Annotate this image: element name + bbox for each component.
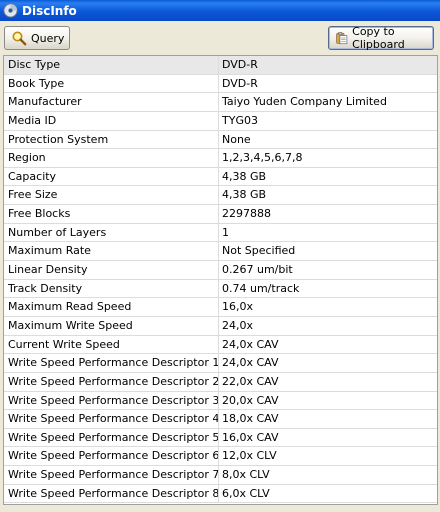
table-row[interactable]: Maximum Rate Not Specified [4, 242, 437, 262]
window-title: DiscInfo [22, 4, 77, 18]
property-name: Maximum Rate [4, 242, 219, 261]
property-value: 1 [222, 225, 229, 239]
disc-icon [3, 3, 18, 18]
property-name: Write Speed Performance Descriptor 3 [4, 391, 219, 410]
table-row[interactable]: Media ID TYG03 [4, 111, 437, 131]
property-name: Write Speed Performance Descriptor 6 [4, 447, 219, 466]
property-name: Write Speed Performance Descriptor 7 [4, 466, 219, 484]
magnifier-icon [12, 31, 27, 46]
property-value: DVD-R [222, 76, 258, 90]
property-value: 0.74 um/track [222, 281, 300, 295]
table-row[interactable]: Number of Layers 1 [4, 223, 437, 243]
table-row[interactable]: Manufacturer Taiyo Yuden Company Limited [4, 93, 437, 112]
title-bar[interactable]: DiscInfo [0, 0, 440, 21]
property-name: Track Density [4, 279, 219, 298]
property-value: 1,2,3,4,5,6,7,8 [222, 151, 303, 165]
table-row[interactable]: Write Speed Performance Descriptor 4 18,0… [4, 410, 437, 429]
property-value: 16,0x [222, 300, 254, 314]
property-name: Region [4, 149, 219, 167]
property-value: 22,0x CAV [222, 374, 279, 388]
table-row[interactable]: Write Speed Performance Descriptor 3 20,0… [4, 391, 437, 411]
property-value: DVD-R [222, 58, 258, 71]
table-row[interactable]: Capacity 4,38 GB [4, 167, 437, 187]
query-button-label: Query [31, 31, 65, 45]
table-row[interactable]: Write Speed Performance Descriptor 6 12,0… [4, 447, 437, 467]
disc-properties-grid[interactable]: Disc Type DVD-R Book Type DVD-R Manufactur… [3, 55, 438, 505]
property-name: Write Speed Performance Descriptor 5 [4, 428, 219, 447]
property-value: 2297888 [222, 207, 271, 221]
property-name: Maximum Write Speed [4, 316, 219, 335]
property-value: 4,38 GB [222, 188, 267, 202]
property-value: 16,0x CAV [222, 430, 279, 444]
property-value: None [222, 132, 251, 146]
property-name: Write Speed Performance Descriptor 2 [4, 372, 219, 391]
property-name: Write Speed Performance Descriptor 4 [4, 410, 219, 428]
clipboard-icon [336, 32, 348, 45]
property-value: 4,38 GB [222, 169, 267, 183]
property-name: Disc Type [4, 56, 219, 74]
property-name: Maximum Read Speed [4, 298, 219, 316]
property-name: Media ID [4, 111, 219, 130]
property-name: Write Speed Performance Descriptor 8 [4, 484, 219, 503]
property-name: Number of Layers [4, 223, 219, 242]
table-row[interactable]: Write Speed Performance Descriptor 5 16,0… [4, 428, 437, 448]
table-row[interactable]: Write Speed Performance Descriptor 2 22,0… [4, 372, 437, 392]
property-name: Protection System [4, 130, 219, 149]
table-row[interactable]: Write Speed Performance Descriptor 8 6,0x… [4, 484, 437, 504]
property-value: 20,0x CAV [222, 393, 279, 407]
copy-to-clipboard-button[interactable]: Copy to Clipboard [328, 25, 434, 51]
table-row[interactable]: Maximum Write Speed 24,0x [4, 316, 437, 336]
property-name: Book Type [4, 74, 219, 93]
property-value: 6,0x CLV [222, 486, 270, 500]
table-row[interactable]: Linear Density 0.267 um/bit [4, 261, 437, 280]
property-value: 18,0x CAV [222, 412, 279, 426]
property-value: 12,0x CLV [222, 449, 277, 463]
table-row[interactable]: Track Density 0.74 um/track [4, 279, 437, 299]
table-row[interactable]: Write Speed Performance Descriptor 1 24,0… [4, 354, 437, 373]
property-name: Manufacturer [4, 93, 219, 111]
property-name: Capacity [4, 167, 219, 186]
table-row[interactable]: Free Size 4,38 GB [4, 186, 437, 206]
property-name: Free Blocks [4, 205, 219, 223]
table-row[interactable]: Protection System None [4, 130, 437, 150]
table-row[interactable]: Free Blocks 2297888 [4, 205, 437, 224]
table-row[interactable]: Maximum Read Speed 16,0x [4, 298, 437, 317]
property-value: 24,0x CAV [222, 337, 279, 351]
toolbar: Query Copy to Clipboard [0, 21, 440, 54]
property-value: 8,0x CLV [222, 468, 270, 482]
table-row[interactable]: Region 1,2,3,4,5,6,7,8 [4, 149, 437, 168]
table-row[interactable]: Current Write Speed 24,0x CAV [4, 335, 437, 355]
property-value: 24,0x [222, 318, 254, 332]
property-value: TYG03 [222, 113, 258, 127]
property-value: 24,0x CAV [222, 356, 279, 370]
property-name: Free Size [4, 186, 219, 205]
property-name: Current Write Speed [4, 335, 219, 354]
query-button[interactable]: Query [4, 26, 70, 50]
property-value: Taiyo Yuden Company Limited [222, 95, 387, 109]
property-name: Linear Density [4, 261, 219, 279]
table-row[interactable]: Write Speed Performance Descriptor 7 8,0x… [4, 466, 437, 485]
property-name: Write Speed Performance Descriptor 1 [4, 354, 219, 372]
table-row[interactable]: Disc Type DVD-R [4, 56, 437, 75]
property-value: 0.267 um/bit [222, 263, 293, 277]
property-value: Not Specified [222, 244, 296, 258]
table-row[interactable]: Book Type DVD-R [4, 74, 437, 94]
copy-button-label: Copy to Clipboard [352, 25, 405, 51]
